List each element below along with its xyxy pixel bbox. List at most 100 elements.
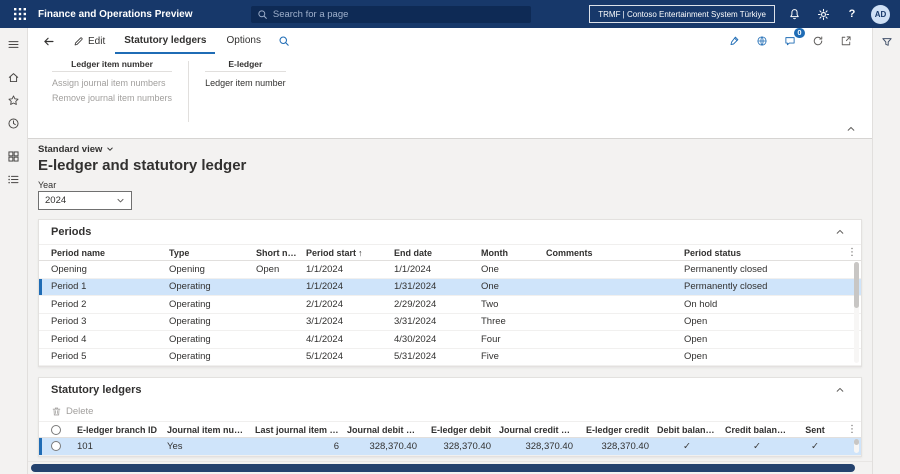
pencil-icon	[74, 36, 83, 45]
nav-home-button[interactable]	[2, 67, 26, 88]
cell-month: Three	[481, 316, 506, 328]
chevron-up-icon	[836, 387, 844, 392]
col-select-all[interactable]	[51, 424, 77, 435]
periods-header-row: Period name Type Short name Period start…	[39, 244, 861, 261]
col-type[interactable]: Type	[169, 248, 256, 258]
nav-favorites-button[interactable]	[2, 90, 26, 111]
col-last-journal-item-number[interactable]: Last journal item num...	[255, 425, 347, 435]
view-selector[interactable]: Standard view	[38, 143, 862, 155]
gear-icon	[817, 8, 829, 20]
scrollbar-thumb[interactable]	[854, 439, 859, 446]
collapse-statutory-button[interactable]	[831, 381, 849, 399]
col-short-name[interactable]: Short name	[256, 248, 306, 258]
page-search[interactable]	[250, 5, 531, 23]
year-value: 2024	[45, 195, 67, 206]
avatar[interactable]: AD	[871, 4, 890, 24]
notifications-button[interactable]	[784, 4, 804, 24]
col-comments[interactable]: Comments	[546, 248, 684, 258]
grid-options-button[interactable]: ⋮	[843, 424, 861, 435]
back-arrow-icon	[44, 37, 54, 45]
help-button[interactable]: ?	[842, 4, 862, 24]
action-pane-tabs-row: Edit Statutory ledgers Options 0	[28, 28, 872, 54]
tab-options[interactable]: Options	[217, 28, 269, 54]
app-launcher-button[interactable]	[10, 4, 30, 24]
year-field: Year 2024	[38, 180, 862, 210]
nav-recent-button[interactable]	[2, 113, 26, 134]
personalize-button[interactable]	[726, 33, 742, 49]
tab-label: Options	[226, 34, 261, 46]
col-journal-credit-total[interactable]: Journal credit total	[499, 425, 581, 435]
col-journal-debit-total[interactable]: Journal debit total	[347, 425, 425, 435]
nav-menu-button[interactable]	[2, 34, 26, 55]
delete-button[interactable]: Delete	[51, 406, 93, 417]
cell-last-journal-item-number: 6	[333, 440, 339, 452]
col-sent[interactable]: Sent	[797, 425, 841, 435]
cell-type: Operating	[169, 298, 211, 310]
grid-options-button[interactable]: ⋮	[843, 247, 861, 258]
col-month[interactable]: Month	[481, 248, 546, 258]
cell-month: One	[481, 281, 499, 293]
translate-button[interactable]	[754, 33, 770, 49]
company-picker-button[interactable]: TRMF | Contoso Entertainment System Türk…	[589, 5, 775, 23]
open-in-new-window-button[interactable]	[838, 33, 854, 49]
period-row[interactable]: Period 2 Operating 2/1/2024 2/29/2024 Tw…	[39, 296, 861, 314]
periods-rows: Opening Opening Open 1/1/2024 1/1/2024 O…	[39, 261, 861, 366]
message-icon	[785, 37, 795, 46]
periods-title: Periods	[51, 226, 92, 238]
period-row[interactable]: Period 3 Operating 3/1/2024 3/31/2024 Th…	[39, 314, 861, 331]
settings-button[interactable]	[813, 4, 833, 24]
col-journal-item-numbered[interactable]: Journal item numbered	[167, 425, 255, 435]
tab-label: Statutory ledgers	[124, 34, 207, 46]
collapse-action-pane-button[interactable]	[846, 124, 856, 134]
col-branch-id[interactable]: E-ledger branch ID	[77, 425, 167, 435]
col-period-status[interactable]: Period status	[684, 248, 843, 258]
topbar-right: TRMF | Contoso Entertainment System Türk…	[589, 4, 890, 24]
messages-button[interactable]: 0	[782, 28, 805, 49]
edit-button[interactable]: Edit	[65, 28, 113, 54]
page-title: E-ledger and statutory ledger	[38, 157, 247, 174]
nav-modules-button[interactable]	[2, 146, 26, 167]
horizontal-scrollbar-thumb[interactable]	[31, 464, 855, 472]
year-combobox[interactable]: 2024	[38, 191, 132, 210]
period-row[interactable]: Period 4 Operating 4/1/2024 4/30/2024 Fo…	[39, 331, 861, 349]
col-period-name[interactable]: Period name	[51, 248, 169, 258]
col-period-start[interactable]: Period start ↑	[306, 248, 394, 258]
cell-period-status: Open	[684, 351, 708, 363]
group-title: Ledger item number	[52, 59, 173, 72]
remove-journal-item-numbers-button[interactable]: Remove journal item numbers	[52, 90, 172, 105]
home-icon	[8, 73, 19, 83]
col-credit-balanced[interactable]: Credit balanced	[725, 425, 797, 435]
scrollbar-thumb[interactable]	[854, 262, 859, 309]
assign-journal-item-numbers-button[interactable]: Assign journal item numbers	[52, 75, 172, 90]
periods-scrollbar[interactable]	[854, 262, 859, 363]
col-end-date[interactable]: End date	[394, 248, 481, 258]
statutory-toolbar: Delete	[39, 402, 861, 421]
period-row[interactable]: Opening Opening Open 1/1/2024 1/1/2024 O…	[39, 261, 861, 279]
collapse-periods-button[interactable]	[831, 223, 849, 241]
col-eledger-credit[interactable]: E-ledger credit	[581, 425, 657, 435]
popout-icon	[841, 36, 851, 46]
trash-icon	[52, 407, 61, 416]
cell-period-start: 5/1/2024	[306, 351, 343, 363]
ledger-item-number-button[interactable]: Ledger item number	[205, 75, 286, 90]
action-search-button[interactable]	[272, 28, 296, 54]
statutory-scrollbar[interactable]	[854, 439, 859, 453]
page-search-input[interactable]	[272, 8, 525, 20]
refresh-button[interactable]	[810, 33, 826, 49]
action-pane: Edit Statutory ledgers Options 0 Ledger …	[28, 28, 872, 139]
cell-type: Operating	[169, 281, 211, 293]
back-button[interactable]	[34, 28, 63, 54]
statutory-ledgers-section: Statutory ledgers Delete E-ledger branch…	[38, 377, 862, 457]
period-row[interactable]: Period 1 Operating 1/1/2024 1/31/2024 On…	[39, 278, 861, 296]
chevron-up-icon	[847, 126, 855, 131]
horizontal-scrollbar[interactable]	[28, 461, 872, 474]
col-eledger-debit[interactable]: E-ledger debit	[425, 425, 499, 435]
period-row[interactable]: Period 5 Operating 5/1/2024 5/31/2024 Fi…	[39, 349, 861, 366]
tab-statutory-ledgers[interactable]: Statutory ledgers	[115, 28, 216, 54]
filter-pane-button[interactable]	[881, 36, 893, 48]
row-select-radio[interactable]	[51, 441, 61, 452]
select-all-radio[interactable]	[51, 424, 61, 435]
col-debit-balanced[interactable]: Debit balanced	[657, 425, 725, 435]
statutory-row[interactable]: 101 Yes 6 328,370.40 328,370.40 328,370.…	[39, 438, 861, 456]
nav-workspaces-button[interactable]	[2, 169, 26, 190]
